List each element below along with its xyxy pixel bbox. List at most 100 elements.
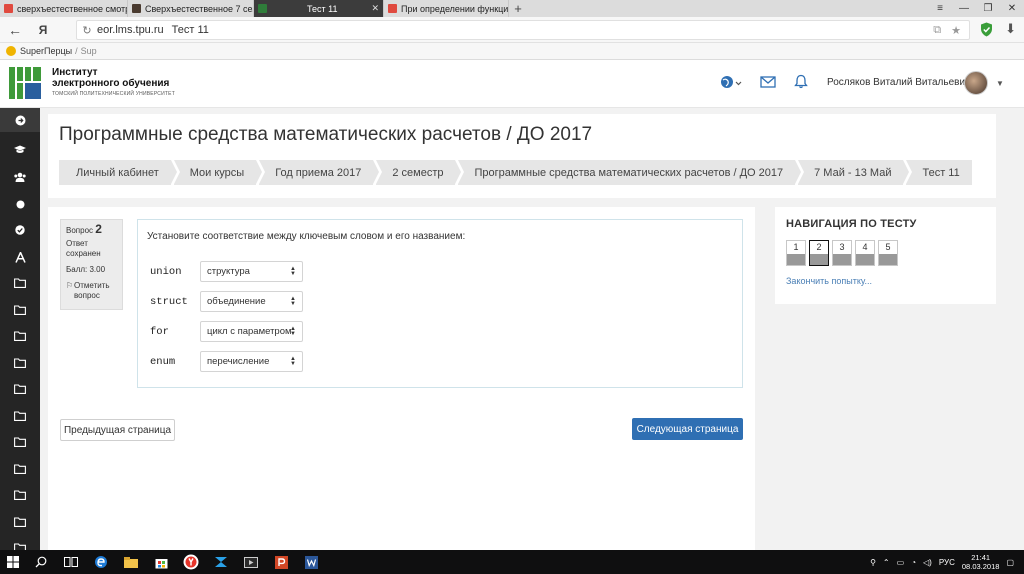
page-title: Программные средства математических расч… [59, 124, 593, 145]
breadcrumb-item[interactable]: Тест 11 [906, 160, 972, 185]
close-tab-icon[interactable]: ✕ [367, 3, 379, 14]
font-icon[interactable] [0, 245, 40, 269]
chevron-up-icon[interactable]: ⌃ [883, 558, 890, 567]
folder-icon[interactable] [0, 510, 40, 534]
users-icon[interactable] [0, 165, 40, 189]
quiz-content: Вопрос 2 Ответ сохранен Балл: 3.00 ⚐ Отме… [48, 207, 755, 550]
site-favicon-icon [132, 4, 141, 13]
notifications-bell-icon[interactable] [794, 74, 808, 89]
question-nav-button[interactable]: 5 [878, 240, 898, 266]
visual-studio-icon[interactable] [206, 550, 236, 574]
match-keyword: union [150, 265, 182, 278]
close-window-icon[interactable]: ✕ [1000, 0, 1024, 17]
browser-tab[interactable]: сверхъестественное смотр [0, 0, 128, 17]
browser-menu-icon[interactable]: ≡ [928, 0, 952, 17]
university-name: ТОМСКИЙ ПОЛИТЕХНИЧЕСКИЙ УНИВЕРСИТЕТ [52, 91, 175, 97]
translate-icon[interactable]: ⧉ [933, 24, 941, 37]
downloads-icon[interactable]: ⬇ [1005, 21, 1016, 37]
volume-icon[interactable]: ◁) [923, 558, 932, 567]
wifi-icon[interactable]: ◔ [911, 558, 916, 567]
messages-envelope-icon[interactable] [760, 75, 776, 88]
folder-icon[interactable] [0, 457, 40, 481]
people-icon[interactable]: ⚲ [870, 558, 876, 567]
store-icon[interactable] [146, 550, 176, 574]
institute-logo[interactable] [9, 67, 41, 99]
question-text: Установите соответствие между ключевым с… [147, 231, 466, 242]
arrow-circle-icon[interactable] [0, 108, 40, 132]
folder-icon[interactable] [0, 377, 40, 401]
yandex-favicon-icon [388, 4, 397, 13]
question-nav-button-current[interactable]: 2 [809, 240, 829, 266]
bookmarks-bar: SuperПерцы / Sup [0, 43, 1024, 60]
folder-icon[interactable] [0, 298, 40, 322]
breadcrumb-item[interactable]: 2 семестр [376, 160, 462, 185]
match-select[interactable]: цикл с параметром ▲ ▼ [200, 321, 303, 342]
match-keyword: struct [150, 295, 188, 308]
windows-start-icon[interactable] [0, 550, 26, 574]
browser-tab-active[interactable]: Тест 11 ✕ [254, 0, 384, 17]
yandex-favicon-icon [4, 4, 13, 13]
question-nav-button[interactable]: 3 [832, 240, 852, 266]
breadcrumb-item[interactable]: 7 Май - 13 Май [798, 160, 910, 185]
folder-icon[interactable] [0, 483, 40, 507]
breadcrumb-item[interactable]: Личный кабинет [59, 160, 177, 185]
site-header: Институт электронного обучения ТОМСКИЙ П… [0, 60, 1024, 108]
match-select[interactable]: объединение ▲ ▼ [200, 291, 303, 312]
next-page-button[interactable]: Следующая страница [632, 418, 743, 440]
question-nav-button[interactable]: 1 [786, 240, 806, 266]
flag-icon: ⚐ [66, 281, 74, 290]
yandex-home-icon[interactable]: Я [30, 23, 56, 37]
finish-attempt-link[interactable]: Закончить попытку... [786, 276, 872, 286]
search-icon[interactable] [26, 550, 56, 574]
brand-name-line1: Институт [52, 67, 98, 78]
task-view-icon[interactable] [56, 550, 86, 574]
bookmark-item[interactable]: SuperПерцы [20, 46, 72, 56]
notifications-icon[interactable]: ▢ [1006, 558, 1014, 567]
user-name[interactable]: Росляков Виталий Витальевич [827, 77, 970, 88]
breadcrumb-item[interactable]: Программные средства математических расч… [458, 160, 801, 185]
browser-tab[interactable]: Сверхъестественное 7 сезо [128, 0, 254, 17]
powerpoint-icon[interactable] [266, 550, 296, 574]
video-player-icon[interactable] [236, 550, 266, 574]
new-tab-button[interactable]: + [509, 0, 527, 17]
word-icon[interactable] [296, 550, 326, 574]
match-select[interactable]: структура ▲ ▼ [200, 261, 303, 282]
chevron-down-icon[interactable]: ▼ [996, 79, 1004, 88]
previous-page-button[interactable]: Предыдущая страница [60, 419, 175, 441]
browser-tab[interactable]: При определении функци... [384, 0, 509, 17]
tab-label: Тест 11 [307, 3, 338, 14]
question-nav-button[interactable]: 4 [855, 240, 875, 266]
folder-icon[interactable] [0, 404, 40, 428]
folder-icon[interactable] [0, 324, 40, 348]
maximize-icon[interactable]: ❐ [976, 0, 1000, 17]
minimize-icon[interactable]: — [952, 0, 976, 17]
folder-icon[interactable] [0, 271, 40, 295]
flag-question-link[interactable]: ⚐ Отметить вопрос [66, 281, 117, 301]
match-select[interactable]: перечисление ▲ ▼ [200, 351, 303, 372]
tab-label: Сверхъестественное 7 сезо [145, 3, 254, 14]
reload-icon[interactable]: ↻ [77, 24, 97, 37]
protect-shield-icon[interactable] [980, 22, 994, 38]
user-avatar[interactable] [964, 71, 988, 95]
yandex-browser-icon[interactable] [176, 550, 206, 574]
graduation-cap-icon[interactable] [0, 138, 40, 162]
folder-icon[interactable] [0, 351, 40, 375]
check-circle-icon[interactable] [0, 218, 40, 242]
clock[interactable]: 21:41 08.03.2018 [962, 553, 1000, 571]
breadcrumb-item[interactable]: Мои курсы [173, 160, 263, 185]
language-globe-icon[interactable] [720, 75, 742, 89]
file-explorer-icon[interactable] [116, 550, 146, 574]
browser-tab-bar: сверхъестественное смотр Сверхъестествен… [0, 0, 1024, 17]
edge-browser-icon[interactable] [86, 550, 116, 574]
star-icon[interactable]: ★ [951, 24, 961, 37]
back-arrow-icon[interactable]: ← [0, 22, 30, 38]
language-indicator[interactable]: РУС [939, 558, 955, 567]
battery-icon[interactable]: ▭ [897, 558, 905, 567]
url-field[interactable]: ↻ eor.lms.tpu.ru Тест 11 ⧉ ★ [76, 20, 970, 40]
bookmark-item[interactable]: Sup [81, 46, 97, 56]
site-favicon-icon [258, 4, 267, 13]
circle-icon[interactable] [0, 192, 40, 216]
breadcrumb-item[interactable]: Год приема 2017 [259, 160, 380, 185]
match-row: struct объединение ▲ ▼ [150, 291, 303, 312]
folder-icon[interactable] [0, 430, 40, 454]
